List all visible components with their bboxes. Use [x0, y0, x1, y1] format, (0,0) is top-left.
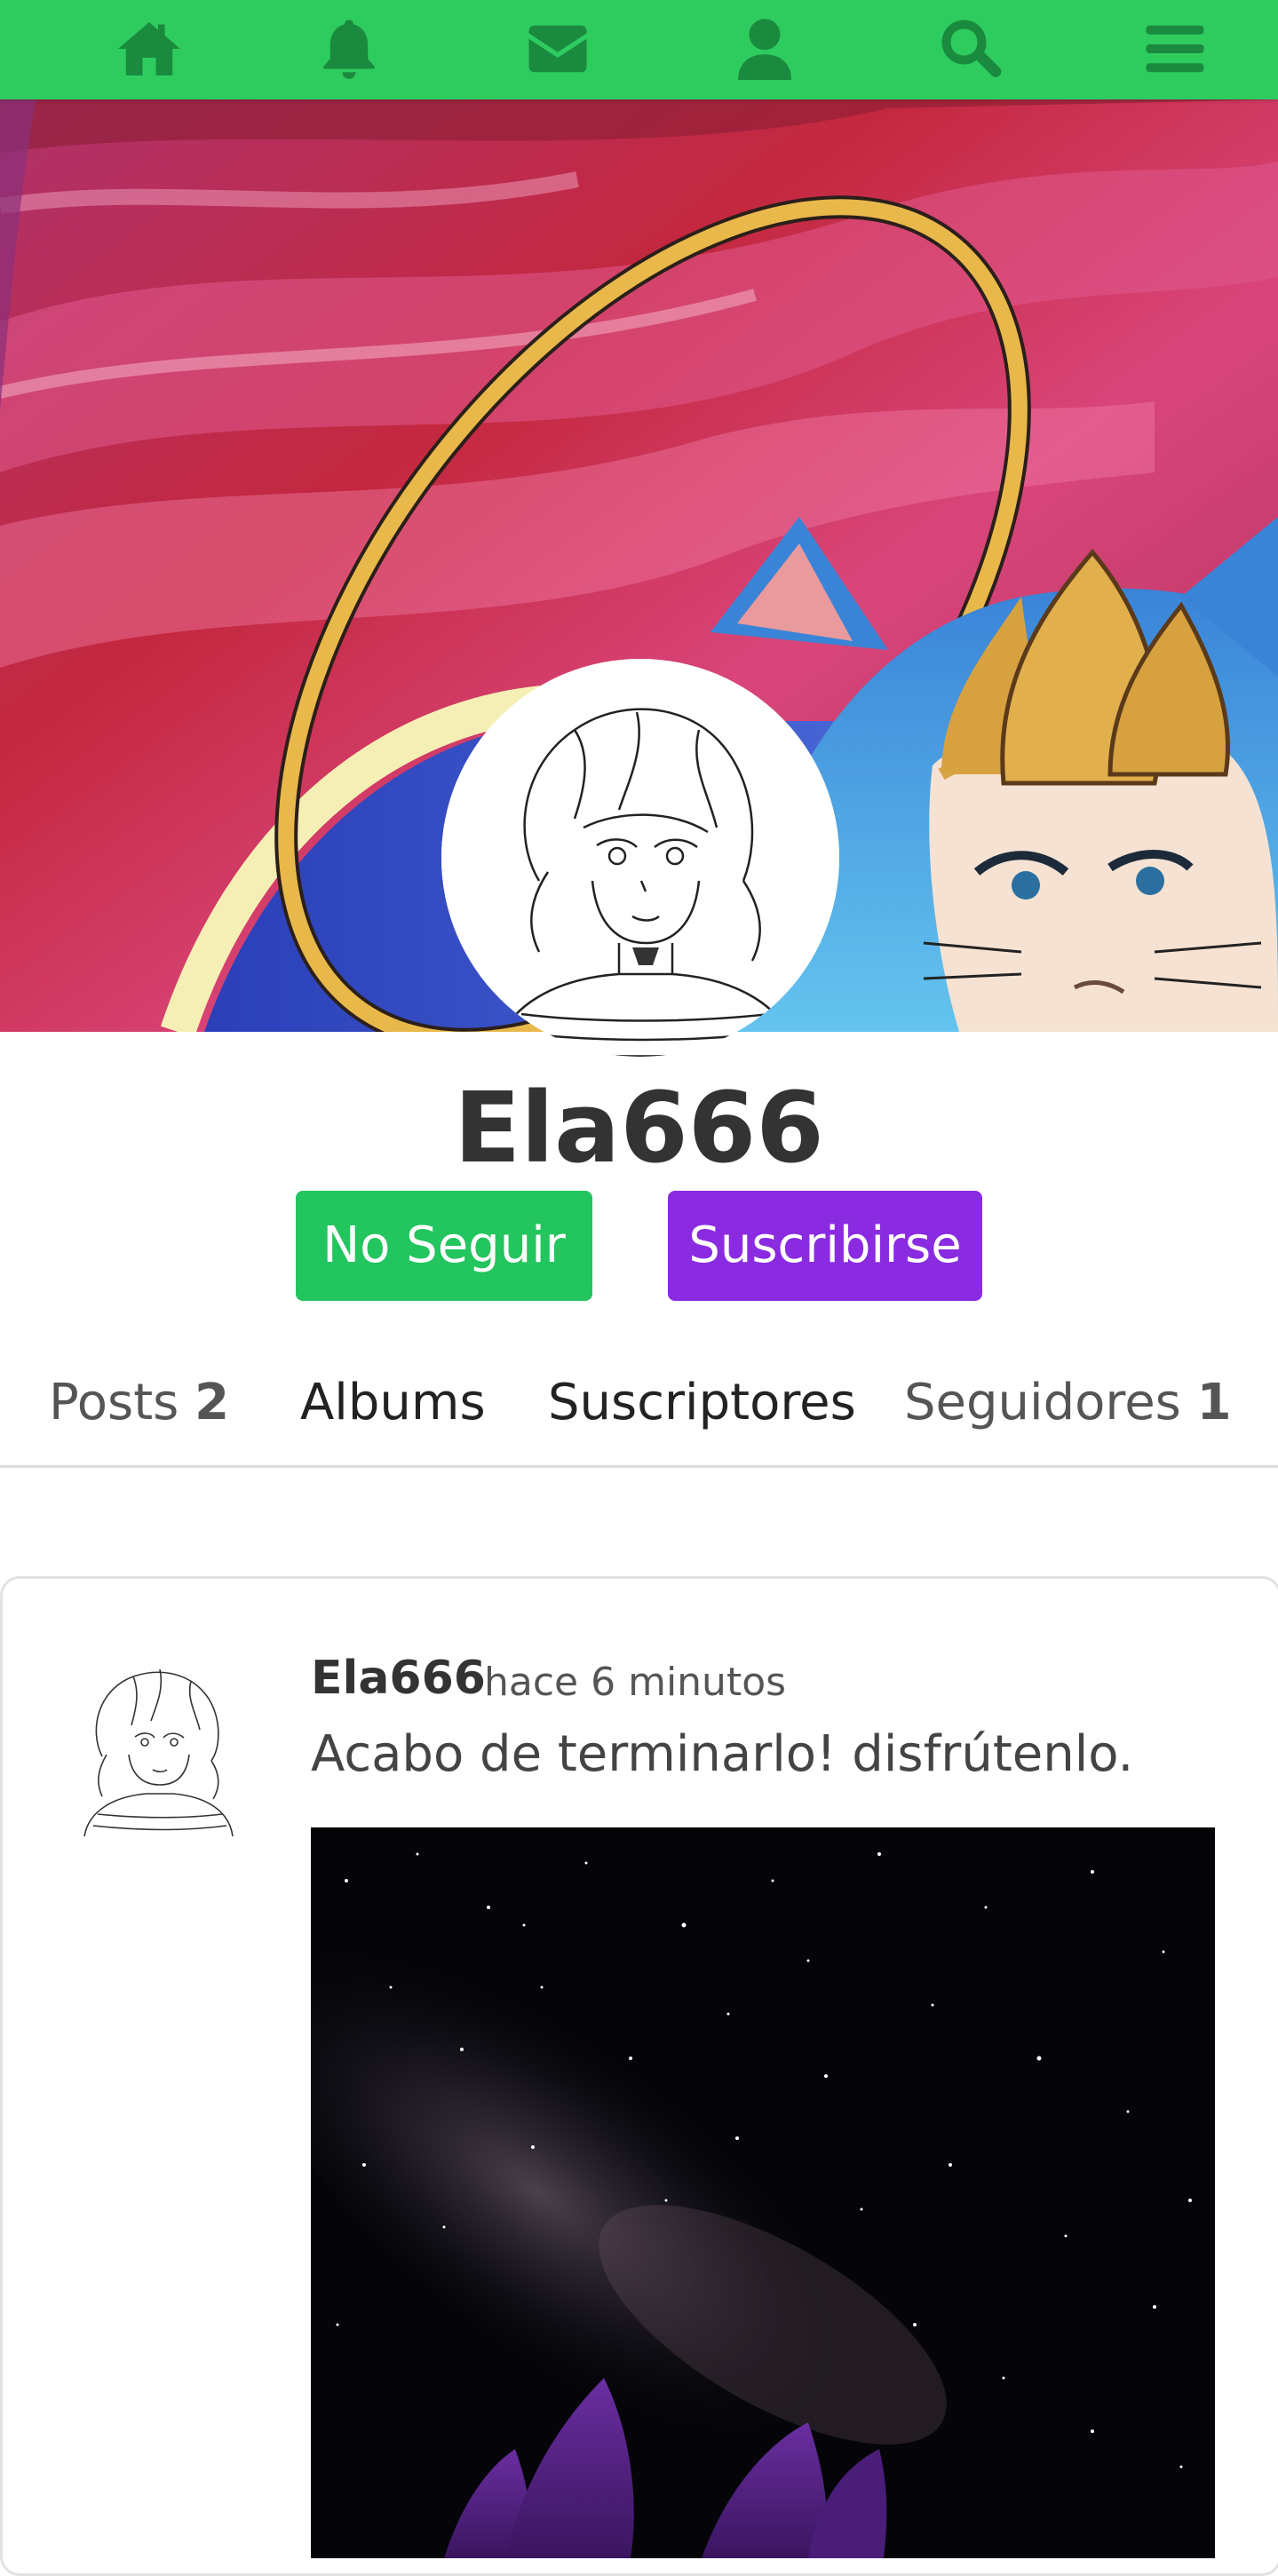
- profile-username: Ela666: [454, 1071, 824, 1185]
- home-icon[interactable]: [111, 11, 187, 87]
- tab-albums-label: Albums: [300, 1374, 486, 1431]
- tab-followers-count: 1: [1196, 1374, 1232, 1431]
- tab-subscribers-label: Suscriptores: [548, 1374, 856, 1431]
- profile-avatar[interactable]: [441, 659, 839, 1057]
- tab-posts-label: Posts: [49, 1374, 179, 1431]
- tab-albums[interactable]: Albums: [300, 1359, 486, 1447]
- tab-followers[interactable]: Seguidores 1: [904, 1359, 1232, 1447]
- post-author-name[interactable]: Ela666: [311, 1647, 486, 1709]
- post-text: Acabo de terminarlo! disfrútenlo.: [311, 1725, 1134, 1783]
- search-icon[interactable]: [933, 11, 1009, 87]
- envelope-icon[interactable]: [520, 11, 596, 87]
- tab-followers-label: Seguidores: [904, 1374, 1181, 1431]
- tab-posts[interactable]: Posts 2: [49, 1359, 229, 1447]
- post-author-avatar[interactable]: [62, 1650, 249, 1836]
- menu-icon[interactable]: [1137, 11, 1213, 87]
- bell-icon[interactable]: [311, 11, 387, 87]
- user-icon[interactable]: [726, 11, 803, 87]
- unfollow-button[interactable]: No Seguir: [296, 1191, 592, 1301]
- tab-posts-count: 2: [194, 1374, 230, 1431]
- post-timestamp: hace 6 minutos: [484, 1660, 787, 1705]
- post-image[interactable]: [311, 1827, 1215, 2558]
- profile-tabs: Posts 2 Albums Suscriptores Seguidores 1: [0, 1359, 1278, 1468]
- top-navigation-bar: [0, 0, 1278, 99]
- subscribe-button[interactable]: Suscribirse: [668, 1191, 982, 1301]
- tab-subscribers[interactable]: Suscriptores: [548, 1359, 856, 1447]
